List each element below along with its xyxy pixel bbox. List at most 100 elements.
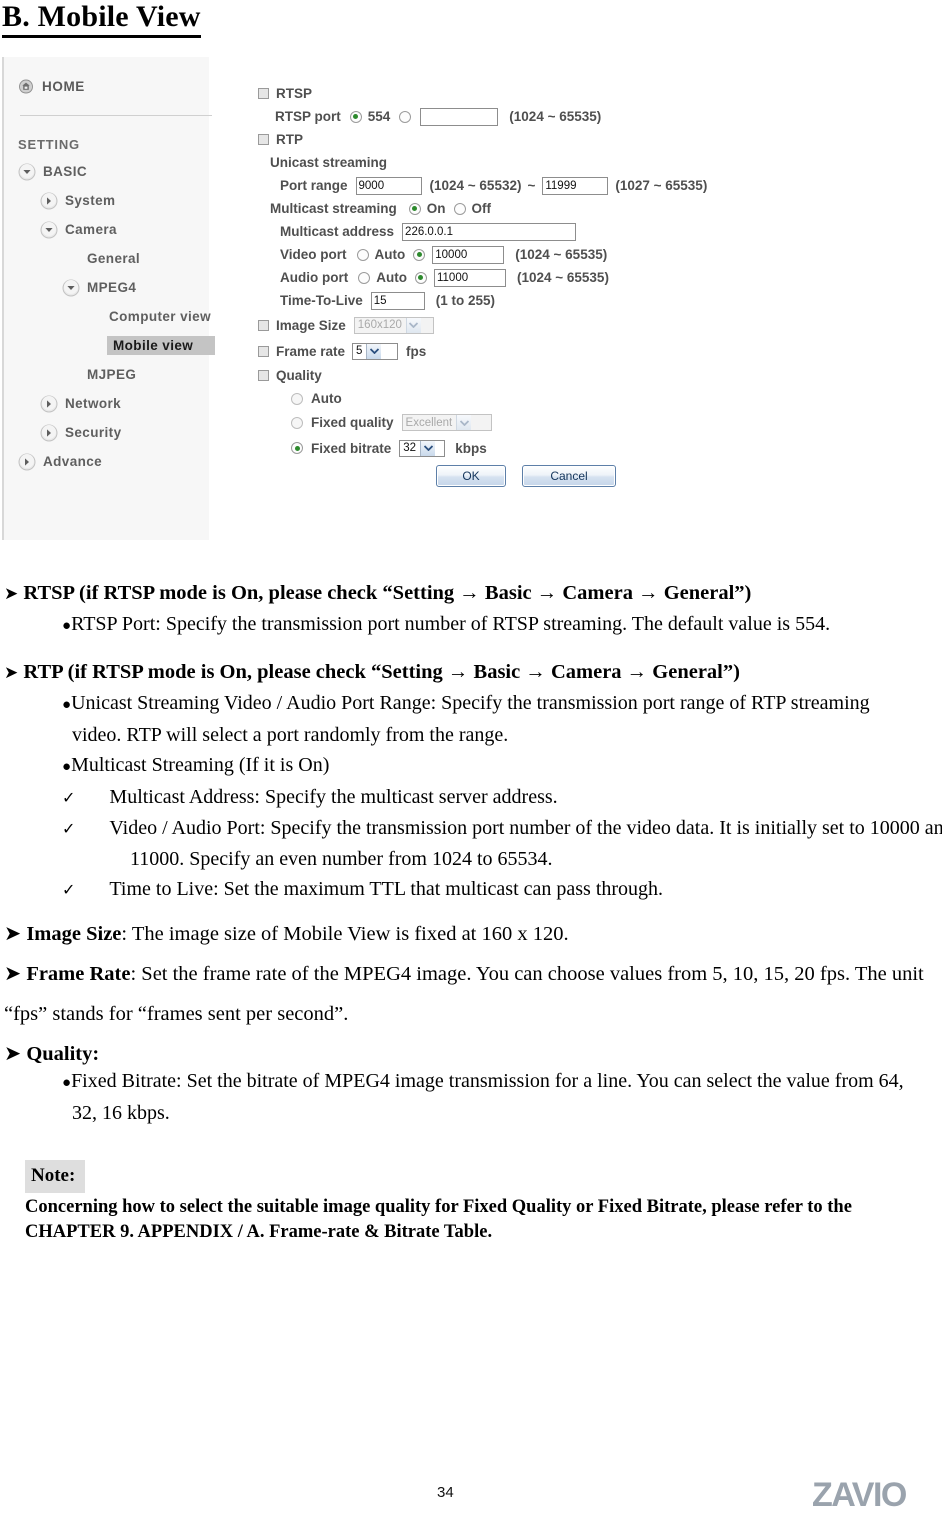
audio-port-auto-radio[interactable] [358, 271, 371, 284]
sidebar-item-network[interactable]: Network [4, 389, 209, 418]
multicast-address-input[interactable]: 226.0.0.1 [402, 222, 577, 241]
rtp-bullet-item-2: ●Multicast Streaming (If it is On) [62, 750, 917, 782]
port-range-separator: ~ [527, 178, 536, 193]
sidebar: HOME SETTING BASIC System Camera General MPE… [2, 57, 216, 540]
body-text: ➤ RTSP (if RTSP mode is On, please check… [0, 578, 942, 1245]
caret-down-icon[interactable] [18, 163, 36, 181]
page-number: 34 [437, 1484, 454, 1501]
rtsp-port-custom-radio[interactable] [399, 110, 412, 123]
multicast-on-label: On [426, 201, 446, 216]
unicast-streaming-row: Unicast streaming [258, 151, 798, 174]
dot-bullet-icon: ● [62, 759, 72, 775]
frame-rate-select[interactable]: 5 [352, 342, 399, 360]
audio-port-row: Audio port Auto 11000 (1024 ~ 65535) [258, 266, 798, 289]
video-port-input[interactable]: 10000 [432, 245, 505, 264]
image-size-select[interactable]: 160x120 [353, 316, 434, 334]
rtp-bullet-2-text: Multicast Streaming (If it is On) [71, 754, 330, 776]
audio-port-manual-radio[interactable] [414, 271, 427, 284]
sidebar-item-label: BASIC [43, 164, 88, 179]
rtsp-port-custom-input[interactable] [420, 107, 499, 126]
rtsp-port-label: RTSP port [275, 109, 341, 124]
caret-down-icon[interactable] [62, 279, 80, 297]
rtp-check-1-text: Multicast Address: Specify the multicast… [109, 786, 558, 808]
ttl-input[interactable]: 15 [370, 291, 425, 310]
multicast-off-radio[interactable] [453, 202, 466, 215]
check-bullet-icon: ✓ [62, 819, 76, 838]
dot-bullet-icon: ● [62, 618, 72, 634]
home-icon [18, 79, 34, 94]
audio-port-label: Audio port [280, 270, 349, 285]
video-port-auto-label: Auto [374, 247, 406, 262]
sidebar-item-basic[interactable]: BASIC [4, 157, 209, 186]
video-port-auto-radio[interactable] [356, 248, 369, 261]
rtp-bullet-1-text: Unicast Streaming Video / Audio Port Ran… [71, 692, 870, 746]
caret-right-icon[interactable] [18, 453, 36, 471]
rtsp-port-default-radio[interactable] [349, 110, 362, 123]
quality-fixed-bitrate-select[interactable]: 32 [399, 439, 446, 457]
rtp-bullet-item-1: ●Unicast Streaming Video / Audio Port Ra… [62, 688, 917, 750]
cancel-button[interactable]: Cancel [522, 465, 616, 487]
rtsp-port-range-hint: (1024 ~ 65535) [509, 109, 602, 124]
sidebar-item-general[interactable]: General [4, 244, 209, 273]
quality-bullet-text: Fixed Bitrate: Set the bitrate of MPEG4 … [71, 1070, 904, 1124]
sidebar-item-mjpeg[interactable]: MJPEG [4, 360, 209, 389]
arrow-bullet-icon: ➤ [4, 923, 22, 945]
group-box-icon [258, 319, 269, 331]
multicast-on-radio[interactable] [408, 202, 421, 215]
image-size-paragraph-label: Image Size [26, 923, 122, 945]
arrow-bullet-icon: ➤ [4, 1043, 22, 1065]
quality-fixed-quality-radio[interactable] [291, 416, 303, 429]
check-bullet-icon: ✓ [62, 788, 76, 807]
frame-rate-paragraph-text: : Set the frame rate of the MPEG4 image.… [4, 963, 924, 1025]
frame-rate-row: Frame rate 5 fps [258, 338, 798, 364]
caret-down-icon[interactable] [40, 221, 58, 239]
sidebar-item-label: System [65, 193, 116, 208]
port-range-label: Port range [280, 178, 348, 193]
caret-right-icon[interactable] [40, 395, 58, 413]
quality-auto-row: Auto [258, 387, 798, 410]
arrow-bullet-icon: ➤ [4, 584, 19, 604]
video-port-row: Video port Auto 10000 (1024 ~ 65535) [258, 243, 798, 266]
form-actions: OK Cancel [258, 461, 798, 491]
image-size-paragraph: ➤ Image Size: The image size of Mobile V… [4, 914, 942, 954]
ok-button[interactable]: OK [436, 465, 506, 487]
quality-fixed-quality-select[interactable]: Excellent [401, 414, 492, 431]
arrow-bullet-icon: ➤ [4, 963, 22, 985]
sidebar-item-mpeg4[interactable]: MPEG4 [4, 273, 209, 302]
quality-fixed-quality-row: Fixed quality Excellent [258, 410, 798, 435]
sidebar-item-camera[interactable]: Camera [4, 215, 209, 244]
quality-fixed-bitrate-value: 32 [403, 442, 417, 454]
chevron-down-icon [420, 440, 436, 456]
quality-bitrate-unit: kbps [455, 440, 487, 456]
rtp-section-heading: ➤ RTP (if RTSP mode is On, please check … [4, 657, 942, 688]
multicast-address-label: Multicast address [280, 224, 395, 239]
ttl-hint: (1 to 255) [435, 293, 496, 308]
video-port-manual-radio[interactable] [413, 248, 426, 261]
sidebar-item-system[interactable]: System [4, 186, 209, 215]
frame-rate-label: Frame rate [276, 343, 346, 359]
frame-rate-paragraph-label: Frame Rate [26, 963, 131, 985]
sidebar-item-advance[interactable]: Advance [4, 447, 209, 476]
audio-port-input[interactable]: 11000 [433, 268, 506, 287]
quality-label: Quality [276, 368, 322, 383]
quality-group-row: Quality [258, 364, 798, 387]
sidebar-home-label: HOME [42, 79, 85, 94]
rtsp-port-row: RTSP port 554 (1024 ~ 65535) [258, 105, 798, 128]
caret-right-icon[interactable] [40, 424, 58, 442]
chevron-down-icon [405, 317, 421, 333]
rtp-group-row: RTP [258, 128, 798, 151]
quality-auto-radio[interactable] [291, 392, 303, 405]
zavio-logo: ZAVIO [812, 1476, 907, 1514]
sidebar-item-mobile-view[interactable]: Mobile view [4, 331, 216, 360]
port-range-end-input[interactable]: 11999 [542, 176, 609, 195]
sidebar-item-computer-view[interactable]: Computer view [4, 302, 211, 331]
rtsp-port-default-label: 554 [367, 109, 391, 124]
caret-right-icon[interactable] [40, 192, 58, 210]
rtsp-bullet-item: ●RTSP Port: Specify the transmission por… [62, 609, 917, 641]
sidebar-item-label: Mobile view [107, 336, 216, 355]
port-range-start-input[interactable]: 9000 [355, 176, 422, 195]
sidebar-item-security[interactable]: Security [4, 418, 209, 447]
quality-fixed-bitrate-radio[interactable] [291, 442, 303, 454]
sidebar-item-home[interactable]: HOME [18, 79, 85, 94]
